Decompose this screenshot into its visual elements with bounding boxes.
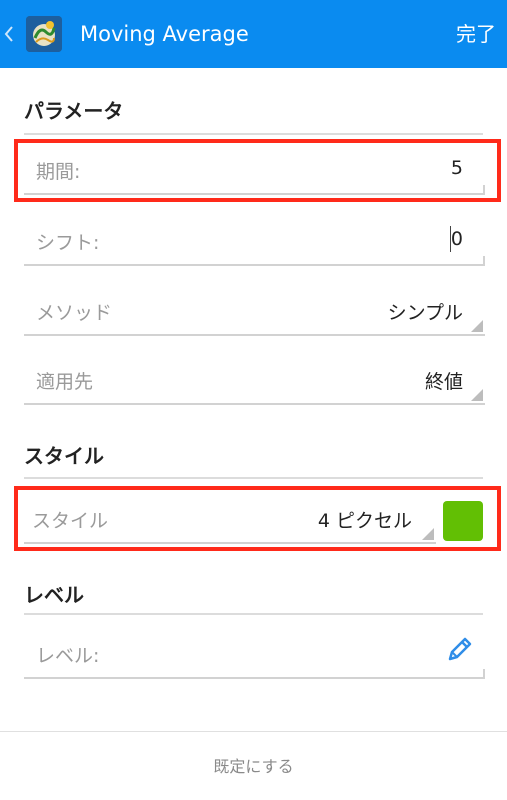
- reset-to-default-button[interactable]: 既定にする: [0, 732, 507, 800]
- chevron-left-icon[interactable]: [3, 22, 15, 46]
- method-label: メソッド: [36, 302, 113, 324]
- bottom-bar: 既定にする: [0, 731, 507, 800]
- section-divider-parameters: [24, 133, 483, 135]
- metatrader-app-icon: [26, 16, 62, 52]
- level-label: レベル:: [36, 645, 100, 667]
- apply-to-spinner[interactable]: 適用先 終値: [24, 355, 485, 405]
- action-bar: Moving Average 完了: [0, 0, 507, 68]
- section-header-parameters: パラメータ: [24, 99, 124, 123]
- section-divider-style: [24, 477, 483, 479]
- apply-to-value[interactable]: 終値: [425, 367, 463, 394]
- screen-title: Moving Average: [80, 22, 249, 46]
- shift-field[interactable]: シフト: 0: [24, 216, 485, 266]
- section-header-style: スタイル: [24, 444, 104, 468]
- section-divider-levels: [24, 613, 483, 615]
- dropdown-triangle-icon: [471, 320, 483, 332]
- done-button[interactable]: 完了: [456, 20, 496, 48]
- shift-value[interactable]: 0: [451, 228, 463, 250]
- method-value[interactable]: シンプル: [388, 298, 463, 325]
- level-field-edge: [483, 669, 485, 679]
- app-icon[interactable]: [26, 16, 62, 52]
- level-underline: [24, 677, 485, 679]
- apply-to-underline: [24, 403, 485, 405]
- shift-underline: [24, 264, 485, 266]
- shift-field-edge: [483, 256, 485, 266]
- shift-label: シフト:: [36, 232, 100, 254]
- indicator-settings-screen: Moving Average 完了 パラメータ 期間: 5 シフト: 0 メソッ…: [0, 0, 507, 800]
- highlight-box-period: [14, 139, 501, 202]
- method-underline: [24, 334, 485, 336]
- dropdown-triangle-icon: [471, 389, 483, 401]
- highlight-box-style: [14, 486, 501, 551]
- pencil-icon[interactable]: [444, 633, 476, 665]
- section-header-levels: レベル: [24, 583, 84, 607]
- method-spinner[interactable]: メソッド シンプル: [24, 286, 485, 336]
- apply-to-label: 適用先: [36, 371, 94, 393]
- level-field[interactable]: レベル:: [24, 629, 485, 679]
